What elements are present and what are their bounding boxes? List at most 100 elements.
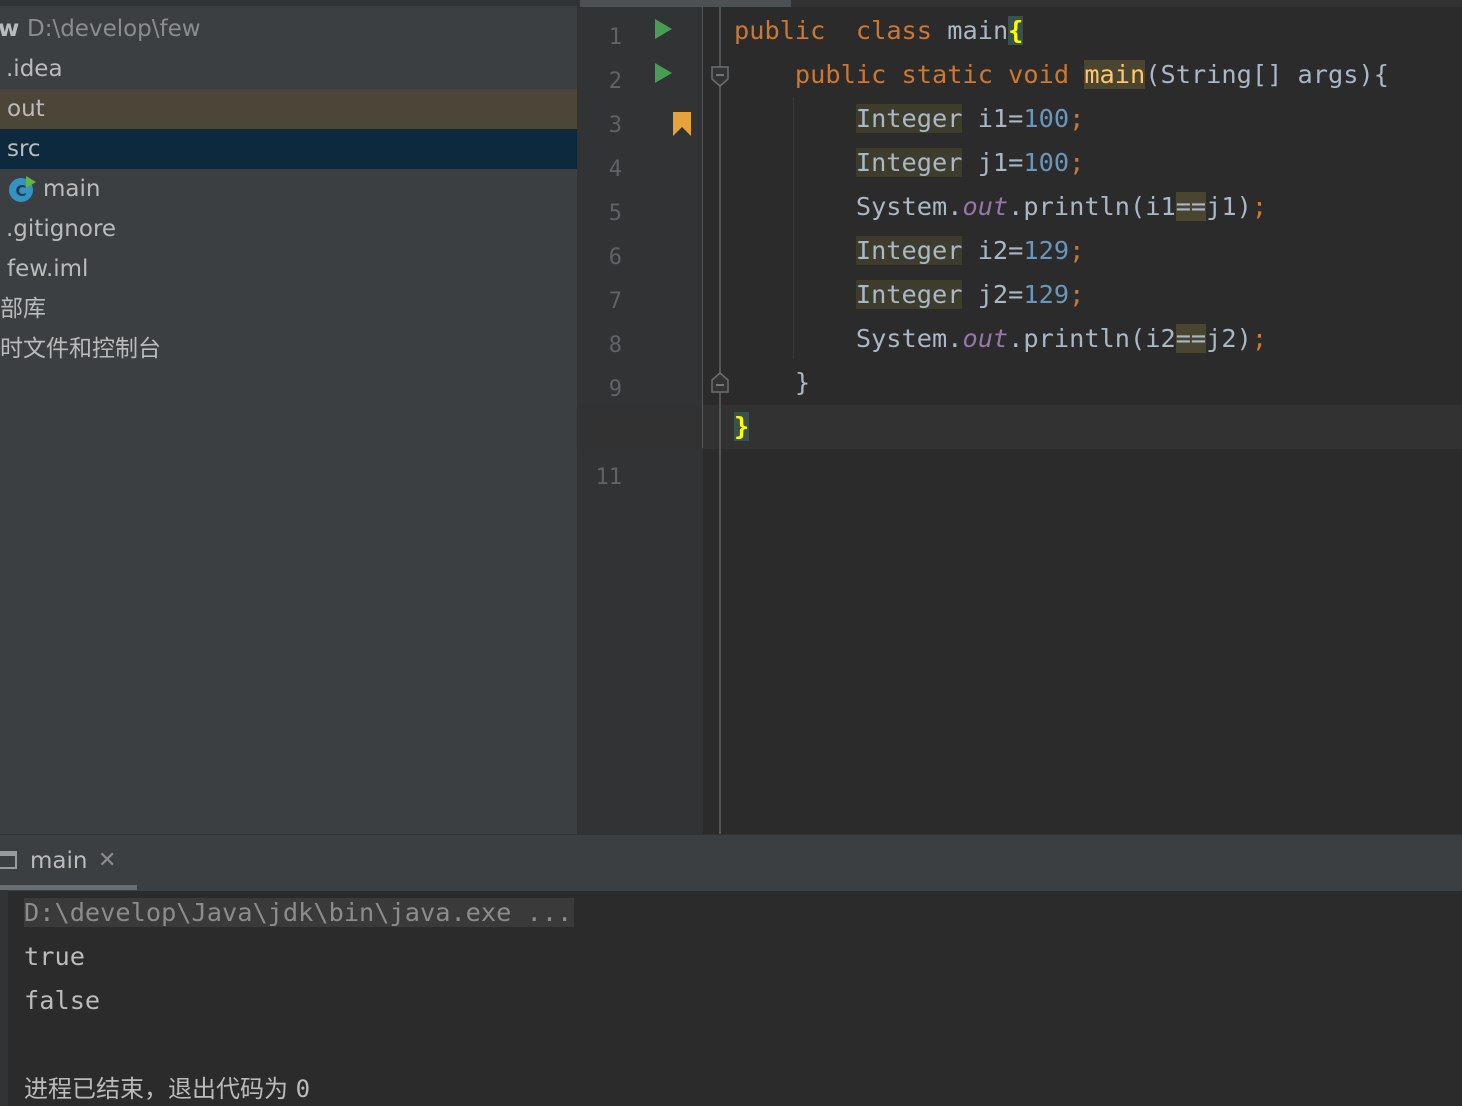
semicolon: ; xyxy=(1251,192,1268,221)
console-gutter xyxy=(0,890,8,1106)
project-root-path: D:\develop\few xyxy=(27,16,201,42)
active-tab-indicator xyxy=(0,885,137,890)
close-icon[interactable]: ✕ xyxy=(98,845,116,877)
exit-code: 0 xyxy=(295,1075,311,1103)
tree-item-out[interactable]: out xyxy=(0,89,577,129)
semicolon: ; xyxy=(1069,148,1085,177)
keyword: class xyxy=(855,16,933,45)
exit-message: 进程已结束，退出代码为 xyxy=(24,1075,288,1103)
keyword: public xyxy=(794,60,887,89)
keyword: public xyxy=(734,16,826,45)
tree-item-label: .gitignore xyxy=(6,216,117,242)
tree-item-src[interactable]: src xyxy=(0,129,577,169)
tree-item-label: .idea xyxy=(6,56,63,82)
code-line-10[interactable]: } xyxy=(734,405,750,449)
keyword: void xyxy=(1008,60,1070,89)
tree-item-main-class[interactable]: C main xyxy=(0,169,577,209)
type-name: Integer xyxy=(855,148,963,177)
semicolon: ; xyxy=(1251,324,1268,353)
class-name: main xyxy=(947,16,1009,45)
operator: == xyxy=(1175,192,1207,221)
line-number: 4 xyxy=(608,157,622,182)
class-ref: System. xyxy=(855,324,963,353)
current-line-highlight xyxy=(580,405,1462,449)
project-root-name: w xyxy=(0,16,20,42)
tree-item-gitignore[interactable]: .gitignore xyxy=(0,209,577,249)
editor-active-tab-indicator[interactable] xyxy=(580,0,791,7)
code-editor[interactable]: 1 2 3 4 5 6 7 8 9 10 11 public class mai… xyxy=(577,0,1462,834)
java-class-icon: C xyxy=(9,176,36,202)
method-call: .println(i1 xyxy=(1008,192,1176,221)
tree-item-idea[interactable]: .idea xyxy=(0,49,577,89)
variable: j1= xyxy=(962,148,1024,177)
keyword: static xyxy=(901,60,993,89)
line-number: 3 xyxy=(608,113,622,138)
tree-item-few-iml[interactable]: few.iml xyxy=(0,249,577,289)
code-line-1[interactable]: public class main{ xyxy=(734,9,1024,53)
tree-item-project-root[interactable]: w D:\develop\few xyxy=(0,9,577,49)
variable: i1= xyxy=(962,104,1024,133)
line-number: 8 xyxy=(608,333,622,358)
code-line-9[interactable]: } xyxy=(734,361,810,405)
run-tool-window: main ✕ D:\develop\Java\jdk\bin\java.exe … xyxy=(0,834,1462,1106)
console-icon xyxy=(0,851,17,869)
line-number: 2 xyxy=(608,69,622,94)
tree-item-label: main xyxy=(43,176,101,202)
argument: j2) xyxy=(1206,324,1252,353)
variable: i2= xyxy=(962,236,1024,265)
run-tab-bar: main ✕ xyxy=(0,834,1462,891)
run-tab-label[interactable]: main xyxy=(30,845,87,877)
number-literal: 100 xyxy=(1023,104,1070,133)
line-number: 7 xyxy=(608,289,622,314)
type-name: Integer xyxy=(855,280,963,309)
code-line-8[interactable]: System.out.println(i2==j2); xyxy=(734,317,1267,361)
tree-item-label: 部库 xyxy=(0,296,46,322)
tree-item-label: src xyxy=(7,136,41,162)
code-line-2[interactable]: public static void main(String[] args){ xyxy=(734,53,1389,97)
fold-end-icon[interactable] xyxy=(711,371,729,393)
line-number: 1 xyxy=(608,25,622,50)
static-field: out xyxy=(962,324,1009,353)
number-literal: 129 xyxy=(1023,236,1070,265)
code-line-4[interactable]: Integer j1=100; xyxy=(734,141,1084,185)
project-tool-window: w D:\develop\few .idea out src C main .g… xyxy=(0,0,577,834)
line-number: 6 xyxy=(608,245,622,270)
semicolon: ; xyxy=(1069,104,1085,133)
line-number: 5 xyxy=(608,201,622,226)
line-number: 11 xyxy=(595,465,623,490)
number-literal: 129 xyxy=(1023,280,1070,309)
run-method-icon[interactable] xyxy=(652,62,674,84)
tree-item-label: out xyxy=(7,96,45,122)
type-name: Integer xyxy=(855,104,963,133)
console-exit-line: 进程已结束，退出代码为 0 xyxy=(24,1067,310,1106)
number-literal: 100 xyxy=(1023,148,1070,177)
console-command[interactable]: D:\develop\Java\jdk\bin\java.exe ... xyxy=(24,898,575,927)
tree-item-label: few.iml xyxy=(7,256,89,282)
method-signature: (String[] args){ xyxy=(1145,60,1389,89)
code-line-6[interactable]: Integer i2=129; xyxy=(734,229,1084,273)
console-output-line: false xyxy=(24,986,101,1015)
fold-guide-line xyxy=(719,7,721,834)
gutter-separator xyxy=(702,7,703,448)
console-command-line[interactable]: D:\develop\Java\jdk\bin\java.exe ... xyxy=(24,891,575,935)
tree-item-scratches[interactable]: 时文件和控制台 xyxy=(0,329,577,369)
static-field: out xyxy=(962,192,1009,221)
tree-item-external-libraries[interactable]: 部库 xyxy=(0,289,577,329)
closing-brace: } xyxy=(794,368,811,397)
code-line-3[interactable]: Integer i1=100; xyxy=(734,97,1084,141)
brace-match: } xyxy=(734,412,750,441)
class-ref: System. xyxy=(855,192,963,221)
code-line-7[interactable]: Integer j2=129; xyxy=(734,273,1084,317)
operator: == xyxy=(1175,324,1207,353)
brace-match: { xyxy=(1008,16,1024,45)
bookmark-icon[interactable] xyxy=(671,111,693,137)
semicolon: ; xyxy=(1069,280,1085,309)
run-class-icon[interactable] xyxy=(652,18,674,40)
semicolon: ; xyxy=(1069,236,1085,265)
project-header-edge xyxy=(0,0,577,6)
argument: j1) xyxy=(1206,192,1252,221)
method-call: .println(i2 xyxy=(1008,324,1176,353)
variable: j2= xyxy=(962,280,1024,309)
fold-collapse-icon[interactable] xyxy=(711,66,729,88)
code-line-5[interactable]: System.out.println(i1==j1); xyxy=(734,185,1267,229)
